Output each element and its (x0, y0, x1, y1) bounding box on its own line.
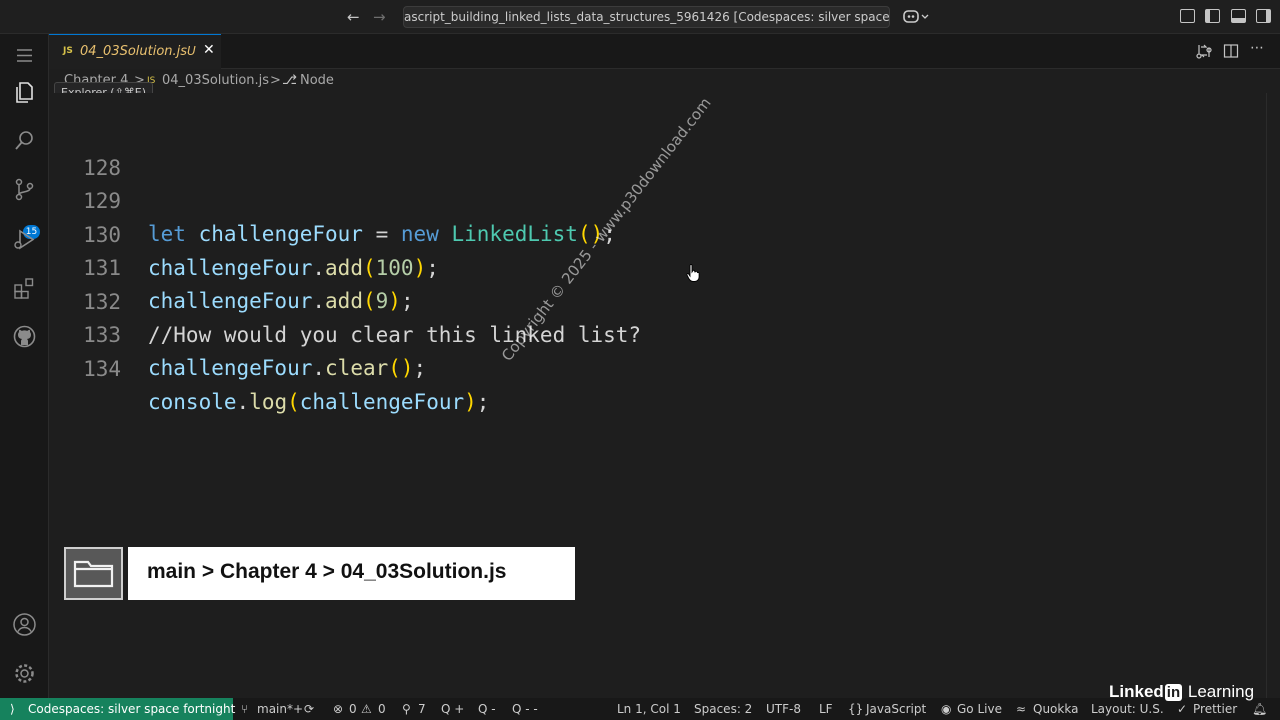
remote-icon: ⟩ (10, 702, 15, 716)
extensions-icon[interactable] (12, 276, 37, 301)
indentation[interactable]: Spaces: 2 (694, 702, 752, 716)
run-debug-icon[interactable] (12, 227, 37, 252)
quokka-minus-minus[interactable]: Q - - (512, 702, 538, 716)
minimap-ruler (1266, 93, 1267, 698)
code-line: 130 challengeFour.add(100); (83, 223, 439, 280)
remote-label: Codespaces: silver space fortnight (28, 702, 236, 716)
language-mode[interactable]: JavaScript (866, 702, 926, 716)
arrow-left-icon[interactable]: ← (347, 8, 360, 26)
account-icon[interactable] (12, 612, 37, 637)
quokka-status[interactable]: Quokka (1033, 702, 1078, 716)
error-icon: ⊗ (333, 702, 344, 716)
warning-icon: ⚠ (361, 702, 372, 716)
javascript-file-icon: JS (63, 46, 73, 56)
breadcrumb-file[interactable]: 04_03Solution.js (162, 73, 269, 88)
sync-icon[interactable]: ⟳ (304, 702, 314, 716)
error-count[interactable]: 0 (349, 702, 357, 716)
explorer-icon[interactable] (12, 80, 37, 105)
title-bar: ← → ascript_building_linked_lists_data_s… (0, 0, 1280, 34)
code-line: 131 challengeFour.add(9); (83, 256, 414, 313)
github-icon[interactable] (12, 324, 37, 349)
tab-label: 04_03Solution.js (80, 44, 188, 59)
breadcrumb-separator: > (270, 73, 281, 88)
menu-icon[interactable] (12, 43, 37, 68)
prettier-status[interactable]: Prettier (1193, 702, 1237, 716)
ports-icon: ⚲ (402, 702, 411, 716)
linkedin-learning-logo: Linked in Learning (1109, 682, 1255, 701)
quokka-minus[interactable]: Q - (478, 702, 496, 716)
copilot-icon[interactable] (903, 8, 929, 28)
untracked-indicator: U (187, 44, 196, 58)
more-actions-icon[interactable]: ⋯ (1250, 40, 1264, 56)
ports-count[interactable]: 7 (418, 702, 426, 716)
toggle-sidebar-icon[interactable] (1205, 9, 1220, 23)
go-live-button[interactable]: Go Live (957, 702, 1002, 716)
editor-tabs: JS 04_03Solution.js U ✕ ⋯ (49, 34, 1280, 69)
symbol-class-icon: ⎇ (282, 73, 297, 88)
quokka-icon: ≈ (1016, 702, 1027, 716)
code-line: 133 challengeFour.clear(); (83, 323, 427, 380)
breadcrumb-symbol[interactable]: Node (300, 73, 334, 88)
broadcast-icon: ◉ (941, 702, 952, 716)
customize-layout-icon[interactable] (1180, 9, 1195, 23)
quokka-plus[interactable]: Q + (441, 702, 464, 716)
file-path-banner: main > Chapter 4 > 04_03Solution.js (128, 547, 575, 600)
activity-bar: 15 (0, 34, 49, 698)
end-of-line[interactable]: LF (819, 702, 833, 716)
braces-icon: {} (848, 702, 864, 716)
status-bar: ⟩ Codespaces: silver space fortnight ⑂ m… (0, 698, 1280, 720)
file-path-text: main > Chapter 4 > 04_03Solution.js (147, 560, 507, 583)
folder-icon (64, 547, 123, 600)
keyboard-layout[interactable]: Layout: U.S. (1091, 702, 1164, 716)
code-editor[interactable]: 127 } 128 129 let challengeFour = new Li… (49, 93, 1280, 698)
remote-indicator[interactable]: ⟩ Codespaces: silver space fortnight (0, 698, 236, 720)
branch-name[interactable]: main*+ (257, 702, 303, 716)
source-control-icon[interactable] (12, 177, 37, 202)
cursor-position[interactable]: Ln 1, Col 1 (617, 702, 681, 716)
split-editor-icon[interactable] (1223, 43, 1239, 63)
open-changes-icon[interactable] (1196, 43, 1212, 63)
tab-04-03solution[interactable]: JS 04_03Solution.js U ✕ (49, 34, 221, 69)
breadcrumb: Chapter 4 > JS 04_03Solution.js > ⎇ Node (49, 69, 1280, 93)
command-center-search[interactable]: ascript_building_linked_lists_data_struc… (403, 6, 890, 28)
code-line: 128 (83, 156, 121, 180)
warning-count[interactable]: 0 (378, 702, 386, 716)
close-icon[interactable]: ✕ (203, 42, 215, 58)
search-icon[interactable] (12, 128, 37, 153)
encoding[interactable]: UTF-8 (766, 702, 801, 716)
toggle-secondary-sidebar-icon[interactable] (1256, 9, 1271, 23)
code-line: 127 } (49, 93, 1249, 110)
code-line: 132 //How would you clear this linked li… (83, 290, 642, 347)
check-icon: ✓ (1177, 702, 1188, 716)
hand-cursor-icon (686, 264, 700, 282)
branch-icon: ⑂ (241, 702, 249, 716)
toggle-panel-icon[interactable] (1231, 9, 1246, 23)
notifications-bell-icon[interactable]: 🔔︎ (1252, 702, 1267, 716)
settings-gear-icon[interactable] (12, 661, 37, 686)
code-line: 134 console.log(challengeFour); (83, 357, 490, 414)
arrow-right-icon[interactable]: → (373, 8, 386, 26)
